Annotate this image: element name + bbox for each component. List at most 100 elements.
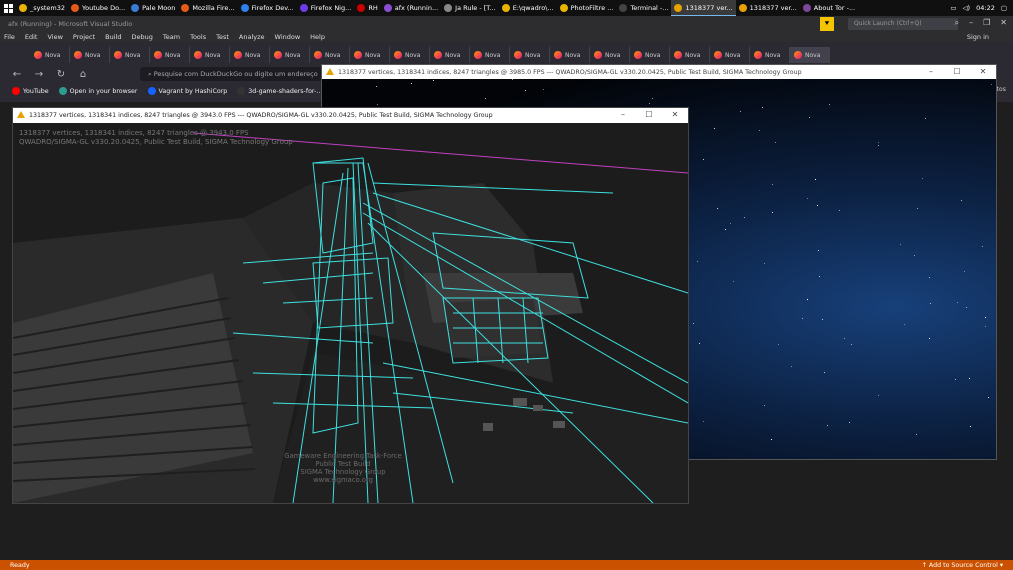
maximize-icon[interactable]: ☐ — [944, 65, 970, 79]
window-title-bar[interactable]: 1318377 vertices, 1318341 indices, 8247 … — [13, 108, 688, 123]
bookmark-item[interactable]: Vagrant by HashiCorp — [147, 87, 227, 95]
star — [900, 244, 901, 245]
menu-item[interactable]: Window — [275, 33, 301, 41]
browser-tab[interactable]: Nova — [70, 47, 110, 63]
minimize-icon[interactable]: – — [969, 18, 973, 28]
taskbar-item[interactable]: Pale Moon — [128, 0, 178, 16]
browser-tab[interactable]: Nova — [350, 47, 390, 63]
firefox-icon — [434, 51, 442, 59]
browser-tab[interactable]: Nova — [630, 47, 670, 63]
menu-item[interactable]: Tools — [190, 33, 206, 41]
network-icon[interactable]: ▭ — [950, 4, 956, 12]
browser-tab[interactable]: Nova — [150, 47, 190, 63]
menu-item[interactable]: Test — [216, 33, 229, 41]
taskbar-item[interactable]: 1318377 ver... — [736, 0, 800, 16]
taskbar-item[interactable]: Ja Rule - [T... — [441, 0, 499, 16]
url-input[interactable]: ⌕ Pesquise com DuckDuckGo ou digite um e… — [140, 67, 330, 81]
source-control-button[interactable]: ↑ Add to Source Control ▾ — [922, 562, 1003, 569]
taskbar-item[interactable]: 1318377 ver... — [671, 0, 736, 16]
taskbar-item[interactable]: Mozilla Fire... — [178, 0, 237, 16]
star — [917, 208, 918, 209]
warning-icon — [17, 111, 25, 118]
engine-watermark: Gameware Engineering Task-Force Public T… — [283, 452, 403, 484]
menu-item[interactable]: View — [47, 33, 62, 41]
browser-tab[interactable]: Nova — [270, 47, 310, 63]
browser-tab[interactable]: Nova — [470, 47, 510, 63]
menu-item[interactable]: Team — [163, 33, 180, 41]
render-window-front[interactable]: 1318377 vertices, 1318341 indices, 8247 … — [12, 107, 689, 504]
firefox-icon — [754, 51, 762, 59]
browser-tab[interactable]: Nova — [390, 47, 430, 63]
app-icon — [383, 4, 392, 12]
window-title-bar[interactable]: 1318377 vertices, 1318341 indices, 8247 … — [322, 65, 996, 79]
menu-item[interactable]: Build — [105, 33, 121, 41]
browser-tab[interactable]: Nova — [110, 47, 150, 63]
maximize-icon[interactable]: ☐ — [636, 108, 662, 122]
star — [652, 98, 653, 99]
browser-tab[interactable]: Nova — [30, 47, 70, 63]
close-icon[interactable]: ✕ — [662, 108, 688, 122]
bookmark-item[interactable]: 3d-game-shaders-for-... — [237, 87, 322, 95]
taskbar-item[interactable]: afx (Runnin... — [381, 0, 441, 16]
close-icon[interactable]: ✕ — [1000, 18, 1007, 28]
close-icon[interactable]: ✕ — [970, 65, 996, 79]
firefox-icon — [154, 51, 162, 59]
browser-tab[interactable]: Nova — [670, 47, 710, 63]
watermark-line: www.sigmaco.org — [313, 476, 373, 484]
taskbar-item[interactable]: PhotoFiltre ... — [557, 0, 617, 16]
browser-tab[interactable]: Nova — [590, 47, 630, 63]
bookmark-item[interactable]: Open in your browser — [58, 87, 138, 95]
bookmark-item[interactable]: YouTube — [12, 87, 49, 95]
star — [929, 338, 930, 339]
star — [827, 425, 828, 426]
menu-item[interactable]: Analyze — [239, 33, 265, 41]
3d-viewport[interactable]: 1318377 vertices, 1318341 indices, 8247 … — [13, 123, 688, 503]
search-icon[interactable]: ⌕ — [955, 18, 959, 28]
minimize-icon[interactable]: – — [918, 65, 944, 79]
browser-tab[interactable]: Nova — [750, 47, 790, 63]
menu-item[interactable]: Project — [73, 33, 95, 41]
browser-tab[interactable]: Nova — [430, 47, 470, 63]
menu-item[interactable]: File — [4, 33, 15, 41]
star — [775, 142, 776, 143]
volume-icon[interactable]: ◁) — [963, 4, 971, 12]
forward-icon[interactable]: → — [32, 69, 46, 80]
clock[interactable]: 04:22 — [976, 4, 995, 12]
quick-launch-input[interactable]: Quick Launch (Ctrl+Q) — [848, 18, 958, 30]
reload-icon[interactable]: ↻ — [54, 69, 68, 80]
taskbar-item[interactable]: About Tor -... — [800, 0, 858, 16]
taskbar-item[interactable]: Terminal -... — [616, 0, 671, 16]
browser-tab[interactable]: Nova — [790, 47, 830, 63]
taskbar-item[interactable]: RH — [354, 0, 380, 16]
menu-item[interactable]: Debug — [132, 33, 153, 41]
browser-tab[interactable]: Nova — [310, 47, 350, 63]
filter-icon[interactable]: ⯆ — [820, 17, 834, 31]
taskbar-item-label: About Tor -... — [813, 4, 856, 12]
browser-tab[interactable]: Nova — [190, 47, 230, 63]
browser-tab[interactable]: Nova — [230, 47, 270, 63]
star — [878, 145, 879, 146]
sign-in-link[interactable]: Sign in — [967, 33, 989, 41]
browser-tab[interactable]: Nova — [550, 47, 590, 63]
star — [733, 281, 734, 282]
browser-tab[interactable]: Nova — [510, 47, 550, 63]
star — [914, 255, 915, 256]
home-icon[interactable]: ⌂ — [76, 69, 90, 80]
taskbar-item[interactable]: Firefox Nig... — [297, 0, 355, 16]
start-button[interactable] — [0, 0, 16, 16]
taskbar-item[interactable]: E:\qwadro\... — [499, 0, 557, 16]
restore-icon[interactable]: ❐ — [983, 18, 990, 28]
menu-item[interactable]: Edit — [25, 33, 38, 41]
minimize-icon[interactable]: – — [610, 108, 636, 122]
taskbar-item[interactable]: Youtube Do... — [68, 0, 128, 16]
back-icon[interactable]: ← — [10, 69, 24, 80]
menu-item[interactable]: Help — [310, 33, 325, 41]
notifications-icon[interactable]: ▢ — [1001, 4, 1007, 12]
browser-tab[interactable]: Nova — [710, 47, 750, 63]
star — [764, 405, 765, 406]
app-icon — [71, 4, 80, 12]
firefox-icon — [634, 51, 642, 59]
status-text: Ready — [10, 561, 30, 569]
taskbar-item[interactable]: _system32 — [16, 0, 68, 16]
taskbar-item[interactable]: Firefox Dev... — [238, 0, 297, 16]
